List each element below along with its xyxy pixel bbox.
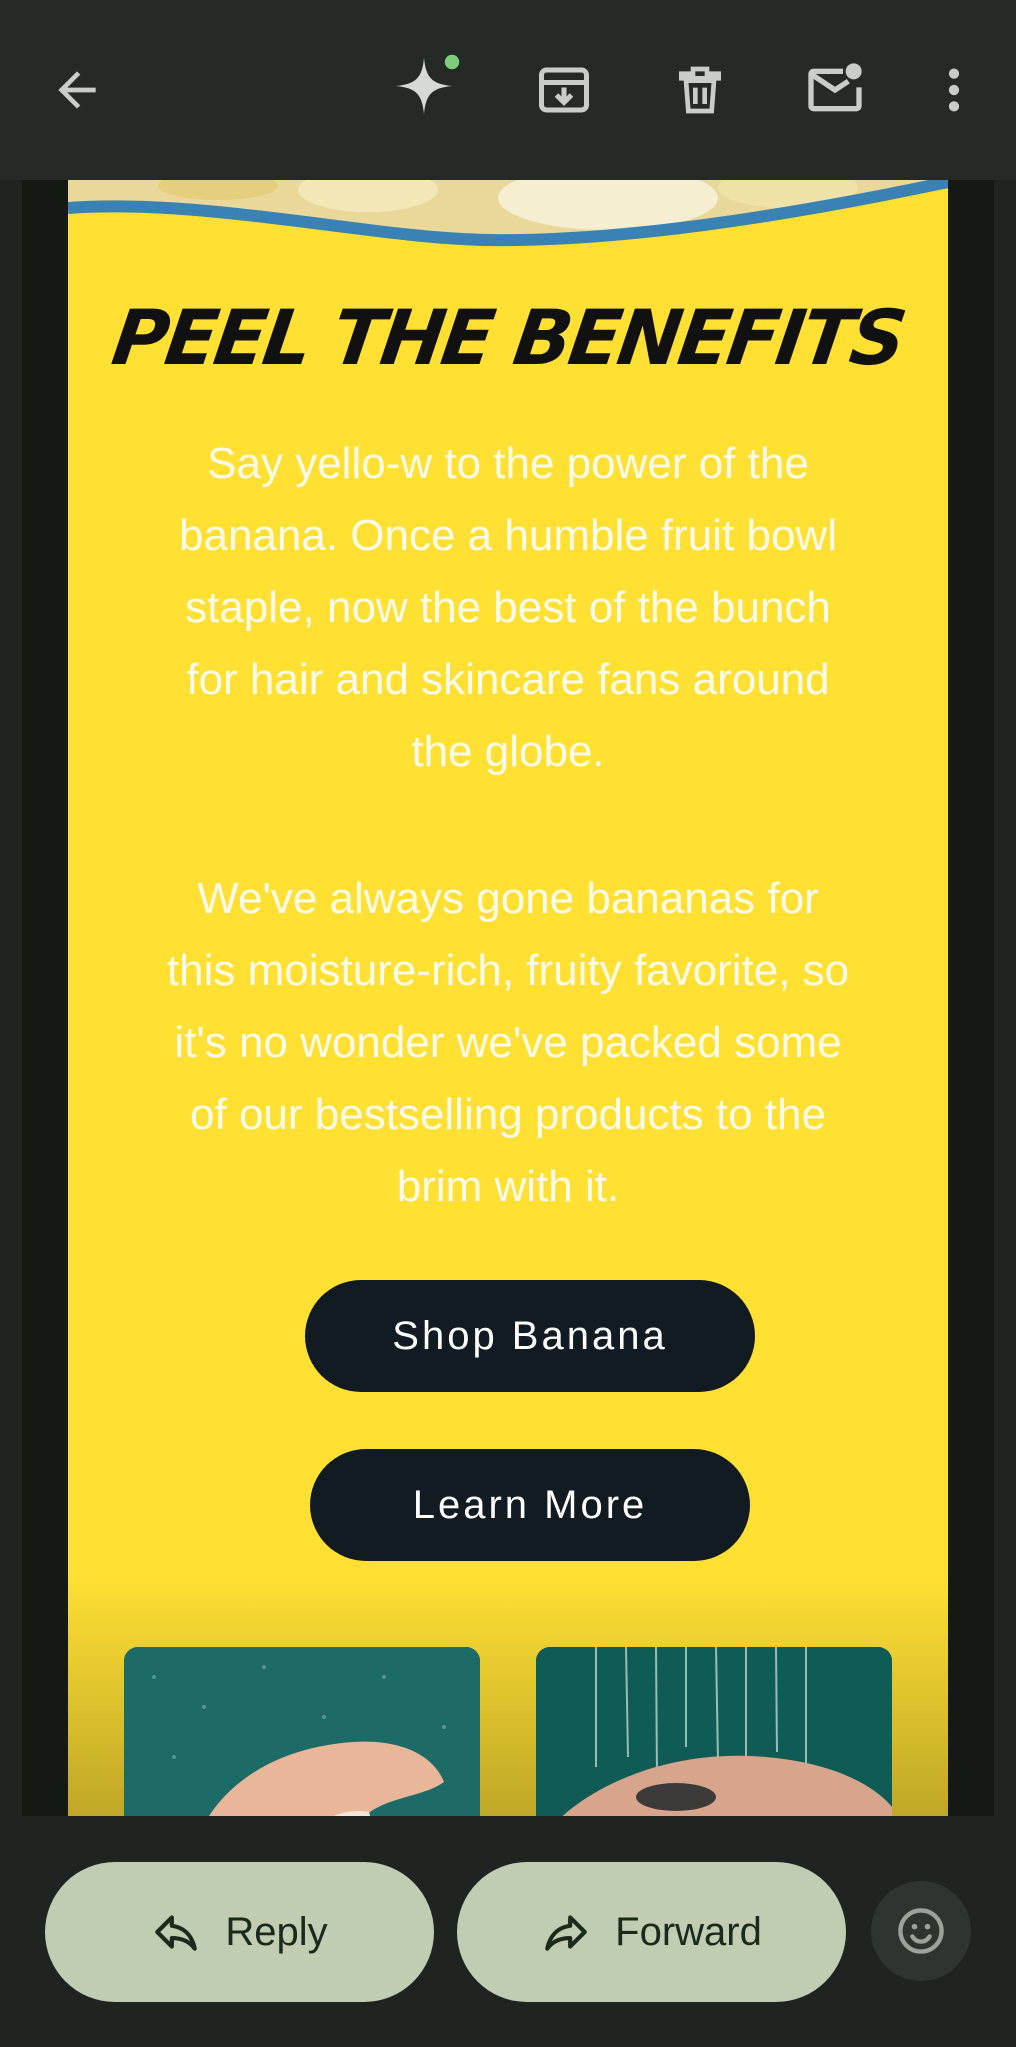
delete-button[interactable] <box>655 45 745 135</box>
product-image-hands[interactable] <box>124 1647 480 1816</box>
archive-button[interactable] <box>519 45 609 135</box>
gemini-button[interactable] <box>383 45 473 135</box>
more-options-button[interactable] <box>909 45 999 135</box>
reply-button[interactable]: Reply <box>45 1862 434 2002</box>
learn-more-button[interactable]: Learn More <box>310 1449 750 1561</box>
forward-button[interactable]: Forward <box>457 1862 846 2002</box>
mark-unread-button[interactable] <box>790 45 880 135</box>
bottom-action-bar: Reply Forward <box>0 1816 1016 2047</box>
emoji-reaction-button[interactable] <box>871 1881 971 1981</box>
arrow-back-icon <box>58 71 96 109</box>
mail-unread-icon <box>808 63 862 112</box>
more-vert-icon <box>948 68 960 112</box>
banana-header-image <box>68 180 948 260</box>
product-image-shower[interactable] <box>536 1647 892 1816</box>
forward-label: Forward <box>615 1909 762 1954</box>
forward-icon <box>545 1915 587 1951</box>
sparkle-icon <box>396 54 460 114</box>
shop-banana-button[interactable]: Shop Banana <box>305 1280 755 1392</box>
emoji-icon <box>898 1908 944 1954</box>
reply-label: Reply <box>225 1909 328 1954</box>
intro-paragraph: Say yello-w to the power of the banana. … <box>179 439 837 776</box>
archive-icon <box>539 67 589 113</box>
email-headline: PEEL THE BENEFITS <box>107 293 910 382</box>
top-app-bar <box>0 0 1016 180</box>
trash-icon <box>679 66 721 114</box>
email-card: PEEL THE BENEFITS Say yello-w to the pow… <box>68 180 948 1816</box>
body-paragraph: We've always gone bananas for this moist… <box>166 874 850 1211</box>
reply-icon <box>155 1915 198 1951</box>
back-button[interactable] <box>32 45 122 135</box>
email-body-frame: PEEL THE BENEFITS Say yello-w to the pow… <box>22 180 994 1816</box>
